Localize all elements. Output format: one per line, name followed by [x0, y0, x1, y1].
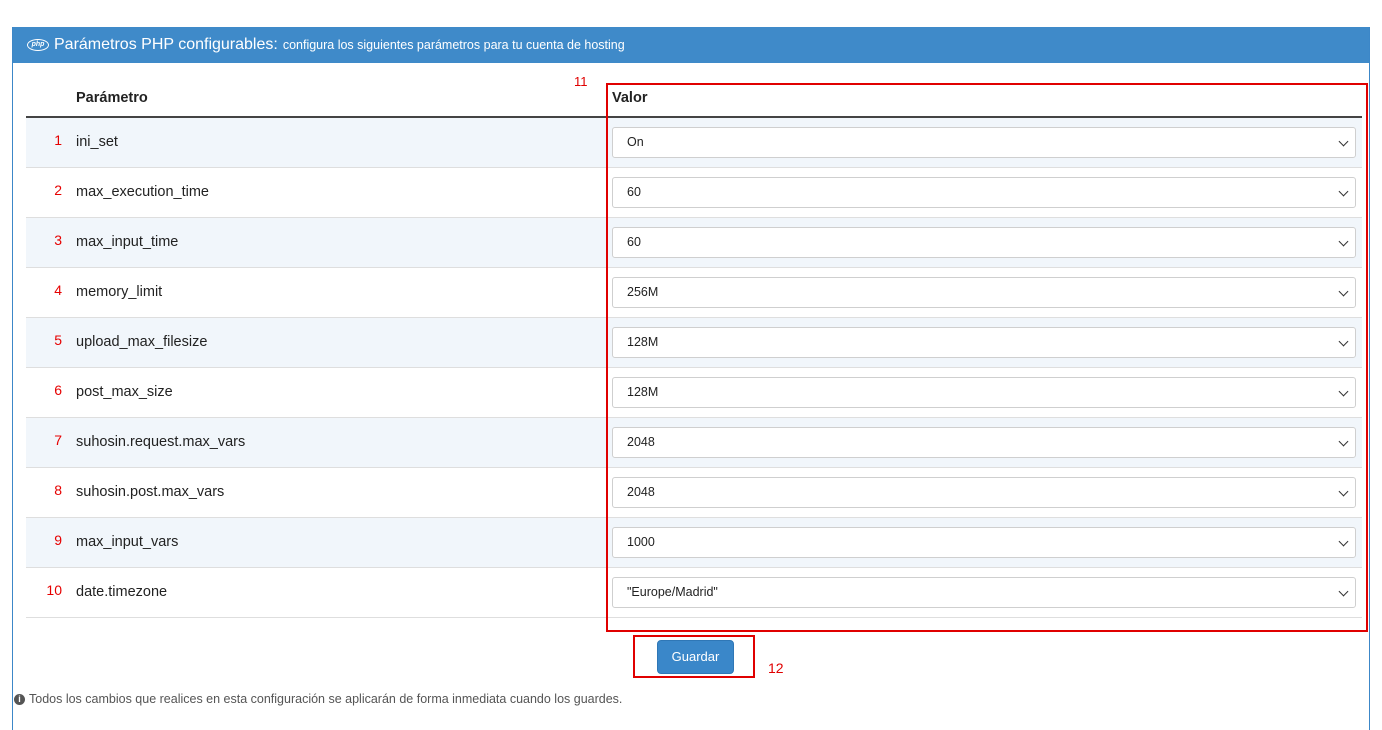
select-value: On	[627, 135, 644, 149]
php-params-table: Parámetro Valor 1 ini_set On 2 max_execu…	[26, 76, 1362, 618]
param-name: post_max_size	[76, 384, 173, 400]
row-number-annotation: 4	[54, 282, 62, 298]
value-select[interactable]: "Europe/Madrid"	[612, 577, 1356, 608]
footnote: i Todos los cambios que realices en esta…	[14, 692, 622, 706]
param-name: upload_max_filesize	[76, 334, 208, 350]
column-header-valor: Valor	[612, 90, 648, 106]
chevron-down-icon	[1338, 336, 1349, 347]
row-number-annotation: 7	[54, 432, 62, 448]
param-name: max_execution_time	[76, 184, 209, 200]
select-value: 2048	[627, 485, 655, 499]
param-name: suhosin.post.max_vars	[76, 484, 225, 500]
table-row: 7 suhosin.request.max_vars 2048	[26, 418, 1362, 468]
table-row: 5 upload_max_filesize 128M	[26, 318, 1362, 368]
param-name: max_input_vars	[76, 534, 179, 550]
select-value: "Europe/Madrid"	[627, 585, 718, 599]
select-value: 2048	[627, 435, 655, 449]
param-name: max_input_time	[76, 234, 179, 250]
row-number-annotation: 5	[54, 332, 62, 348]
table-row: 1 ini_set On	[26, 118, 1362, 168]
php-icon: php	[27, 39, 49, 51]
value-select[interactable]: 256M	[612, 277, 1356, 308]
param-name: suhosin.request.max_vars	[76, 434, 246, 450]
param-name: ini_set	[76, 134, 118, 150]
chevron-down-icon	[1338, 486, 1349, 497]
row-number-annotation: 9	[54, 532, 62, 548]
table-row: 2 max_execution_time 60	[26, 168, 1362, 218]
select-value: 60	[627, 185, 641, 199]
row-number-annotation: 8	[54, 482, 62, 498]
annotation-label-11: 11	[574, 74, 588, 89]
chevron-down-icon	[1338, 136, 1349, 147]
annotation-label-12: 12	[768, 660, 784, 676]
table-row: 10 date.timezone "Europe/Madrid"	[26, 568, 1362, 618]
save-button[interactable]: Guardar	[657, 640, 734, 674]
table-header: Parámetro Valor	[26, 76, 1362, 118]
value-select[interactable]: 60	[612, 227, 1356, 258]
row-number-annotation: 6	[54, 382, 62, 398]
row-number-annotation: 3	[54, 232, 62, 248]
panel-title: Parámetros PHP configurables:	[54, 36, 278, 53]
row-number-annotation: 10	[46, 582, 62, 598]
table-row: 4 memory_limit 256M	[26, 268, 1362, 318]
select-value: 60	[627, 235, 641, 249]
row-number-annotation: 2	[54, 182, 62, 198]
chevron-down-icon	[1338, 386, 1349, 397]
table-row: 3 max_input_time 60	[26, 218, 1362, 268]
panel-header: php Parámetros PHP configurables: config…	[13, 27, 1369, 63]
value-select[interactable]: 60	[612, 177, 1356, 208]
chevron-down-icon	[1338, 236, 1349, 247]
value-select[interactable]: 2048	[612, 477, 1356, 508]
select-value: 256M	[627, 285, 659, 299]
value-select[interactable]: 2048	[612, 427, 1356, 458]
value-select[interactable]: 128M	[612, 377, 1356, 408]
select-value: 1000	[627, 535, 655, 549]
table-row: 8 suhosin.post.max_vars 2048	[26, 468, 1362, 518]
info-icon: i	[14, 693, 25, 705]
chevron-down-icon	[1338, 286, 1349, 297]
value-select[interactable]: On	[612, 127, 1356, 158]
chevron-down-icon	[1338, 536, 1349, 547]
table-row: 6 post_max_size 128M	[26, 368, 1362, 418]
select-value: 128M	[627, 335, 659, 349]
param-name: memory_limit	[76, 284, 163, 300]
footnote-text: Todos los cambios que realices en esta c…	[29, 692, 623, 706]
table-row: 9 max_input_vars 1000	[26, 518, 1362, 568]
chevron-down-icon	[1338, 436, 1349, 447]
panel-subtitle: configura los siguientes parámetros para…	[282, 38, 625, 52]
chevron-down-icon	[1338, 186, 1349, 197]
value-select[interactable]: 128M	[612, 327, 1356, 358]
select-value: 128M	[627, 385, 659, 399]
value-select[interactable]: 1000	[612, 527, 1356, 558]
chevron-down-icon	[1338, 586, 1349, 597]
row-number-annotation: 1	[54, 132, 62, 148]
param-name: date.timezone	[76, 584, 168, 600]
column-header-parametro: Parámetro	[76, 90, 148, 106]
